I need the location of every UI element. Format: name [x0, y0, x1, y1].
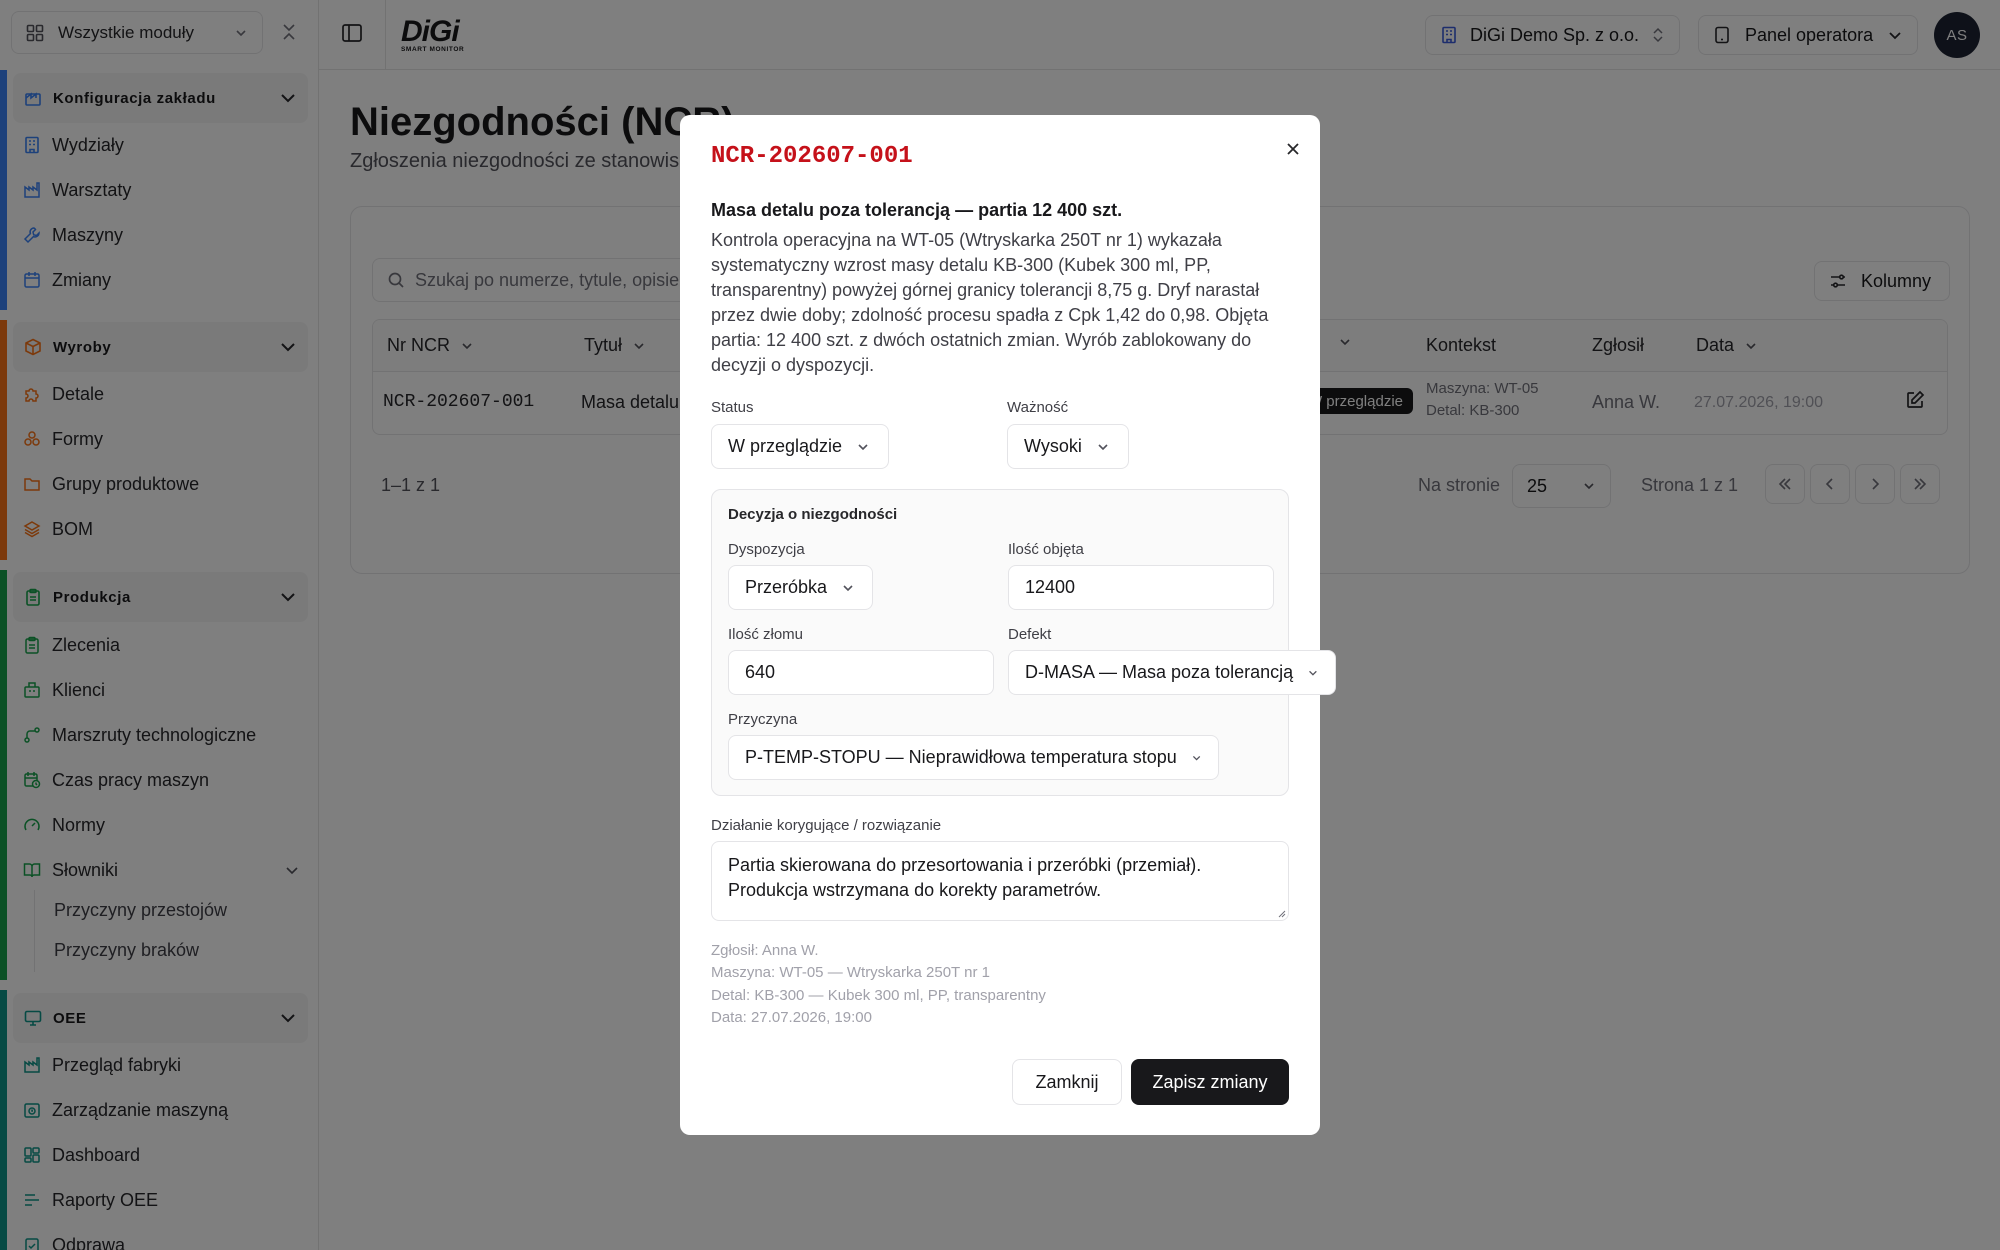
chevron-down-icon	[843, 584, 853, 591]
severity-label: Ważność	[1007, 399, 1069, 416]
meta-part: Detal: KB-300 — Kubek 300 ml, PP, transp…	[711, 987, 1046, 1004]
meta-reporter: Zgłosił: Anna W.	[711, 942, 819, 959]
ncr-heading: Masa detalu poza tolerancją — partia 12 …	[711, 200, 1123, 220]
scrap-label: Ilość złomu	[728, 626, 804, 643]
status-label: Status	[711, 399, 754, 416]
quantity-input[interactable]: 12400	[1008, 565, 1274, 610]
severity-select[interactable]: Wysoki	[1007, 424, 1129, 469]
meta-machine: Maszyna: WT-05 — Wtryskarka 250T nr 1	[711, 964, 990, 981]
chevron-down-icon	[1098, 443, 1108, 450]
resize-handle-icon[interactable]	[1276, 908, 1286, 918]
corrective-label: Działanie korygujące / rozwiązanie	[711, 817, 942, 834]
defect-select[interactable]: D-MASA — Masa poza tolerancją	[1008, 650, 1336, 695]
decision-panel: Decyzja o niezgodności Dyspozycja Przeró…	[711, 489, 1336, 796]
ncr-edit-dialog: NCR-202607-001 Masa detalu poza toleranc…	[680, 115, 1336, 1135]
corrective-action-text: Partia skierowana do przesortowania i pr…	[728, 855, 1202, 900]
cause-value: P-TEMP-STOPU — Nieprawidłowa temperatura…	[745, 747, 1177, 767]
save-button[interactable]: Zapisz zmiany	[1131, 1059, 1289, 1105]
meta-date: Data: 27.07.2026, 19:00	[711, 1009, 872, 1026]
cancel-button[interactable]: Zamknij	[1012, 1059, 1122, 1105]
chevron-down-icon	[858, 443, 868, 450]
chevron-down-icon	[1192, 755, 1201, 760]
status-value: W przeglądzie	[728, 436, 843, 456]
disposition-label: Dyspozycja	[728, 541, 805, 558]
cause-label: Przyczyna	[728, 711, 798, 728]
defect-value: D-MASA — Masa poza tolerancją	[1025, 662, 1294, 682]
status-select[interactable]: W przeglądzie	[711, 424, 889, 469]
corrective-action-textarea[interactable]: Partia skierowana do przesortowania i pr…	[711, 841, 1289, 921]
ncr-id: NCR-202607-001	[711, 143, 913, 170]
severity-value: Wysoki	[1024, 436, 1082, 456]
disposition-value: Przeróbka	[745, 577, 828, 597]
decision-title: Decyzja o niezgodności	[728, 506, 898, 523]
chevron-down-icon	[1309, 670, 1317, 676]
scrap-input[interactable]: 640	[728, 650, 994, 695]
defect-label: Defekt	[1008, 626, 1052, 643]
close-icon	[1287, 143, 1299, 155]
quantity-label: Ilość objęta	[1008, 541, 1084, 558]
disposition-select[interactable]: Przeróbka	[728, 565, 873, 610]
ncr-description: Kontrola operacyjna na WT-05 (Wtryskarka…	[711, 230, 1269, 375]
cause-select[interactable]: P-TEMP-STOPU — Nieprawidłowa temperatura…	[728, 735, 1219, 780]
close-dialog-button[interactable]	[1278, 134, 1308, 164]
